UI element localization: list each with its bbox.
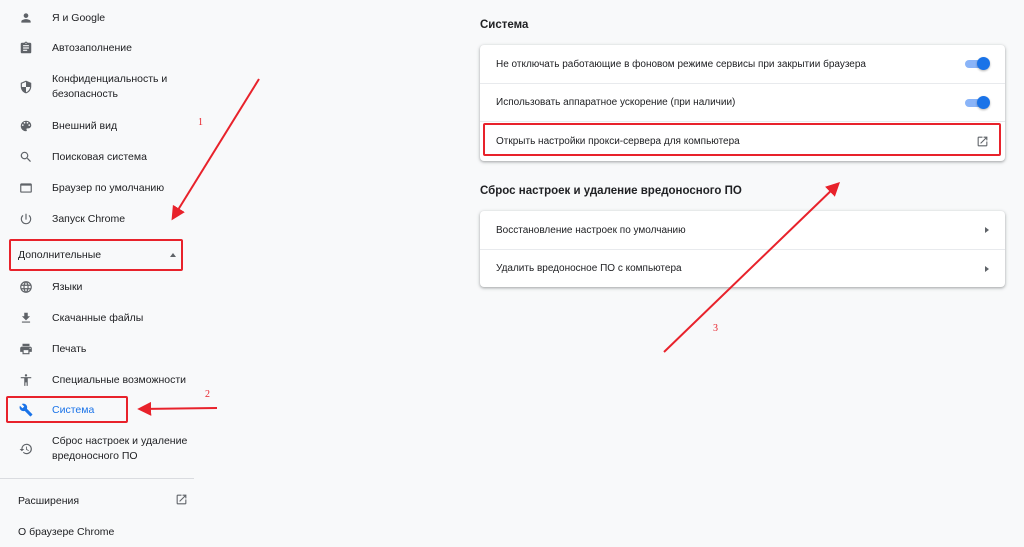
- sidebar-item-label: Скачанные файлы: [52, 311, 144, 324]
- sidebar-item-label: Автозаполнение: [52, 41, 132, 54]
- palette-icon: [18, 118, 34, 134]
- browser-window-icon: [18, 180, 34, 196]
- setting-row-restore-defaults[interactable]: Восстановление настроек по умолчанию: [480, 211, 1005, 249]
- sidebar-item-label: Запуск Chrome: [52, 212, 126, 225]
- toggle-knob: [977, 95, 990, 109]
- reset-section-title: Сброс настроек и удаление вредоносного П…: [480, 185, 742, 197]
- external-link-icon[interactable]: [976, 135, 989, 148]
- sidebar-item-on-startup[interactable]: Запуск Chrome: [0, 211, 194, 227]
- sidebar-item-label: Внешний вид: [52, 119, 118, 132]
- reset-settings-card: Восстановление настроек по умолчанию Уда…: [480, 211, 1005, 287]
- sidebar-item-appearance[interactable]: Внешний вид: [0, 118, 194, 134]
- sidebar-item-you-and-google[interactable]: Я и Google: [0, 10, 194, 26]
- accessibility-icon: [18, 372, 34, 388]
- setting-label: Использовать аппаратное ускорение (при н…: [496, 97, 736, 108]
- annotation-number-1: 1: [198, 117, 203, 128]
- toggle-knob: [977, 57, 990, 70]
- globe-icon: [18, 279, 34, 295]
- download-icon: [18, 310, 34, 326]
- setting-row-clean-up-computer[interactable]: Удалить вредоносное ПО с компьютера: [480, 249, 1005, 287]
- sidebar-item-label: Печать: [52, 342, 87, 355]
- power-icon: [18, 211, 34, 227]
- advanced-label: Дополнительные: [18, 249, 102, 261]
- sidebar-item-label: Браузер по умолчанию: [52, 181, 165, 194]
- search-icon: [18, 149, 34, 165]
- setting-row-proxy-settings[interactable]: Открыть настройки прокси-сервера для ком…: [480, 121, 1005, 161]
- person-icon: [18, 10, 34, 26]
- sidebar-item-downloads[interactable]: Скачанные файлы: [0, 310, 194, 326]
- setting-row-hardware-acceleration[interactable]: Использовать аппаратное ускорение (при н…: [480, 83, 1005, 121]
- background-apps-toggle[interactable]: [965, 57, 990, 70]
- annotation-number-3: 3: [713, 323, 718, 334]
- sidebar-item-label: Расширения: [18, 495, 80, 507]
- setting-label: Не отключать работающие в фоновом режиме…: [496, 58, 866, 70]
- hardware-acceleration-toggle[interactable]: [965, 95, 990, 109]
- system-settings-card: Не отключать работающие в фоновом режиме…: [480, 45, 1005, 161]
- setting-label: Открыть настройки прокси-сервера для ком…: [496, 136, 740, 147]
- sidebar-item-about-chrome[interactable]: О браузере Chrome: [18, 524, 188, 540]
- sidebar-item-label: Поисковая система: [52, 150, 147, 163]
- sidebar-divider: [0, 478, 194, 479]
- restore-icon: [18, 441, 34, 457]
- system-section-title: Система: [480, 19, 529, 31]
- sidebar-item-label: Сброс настроек и удаление вредоносного П…: [52, 435, 188, 462]
- sidebar-item-languages[interactable]: Языки: [0, 279, 194, 295]
- sidebar: Я и Google Автозаполнение Конфиденциальн…: [0, 0, 194, 547]
- sidebar-item-label: Конфиденциальность и безопасность: [52, 73, 168, 100]
- sidebar-item-reset[interactable]: Сброс настроек и удаление вредоносного П…: [0, 434, 194, 464]
- wrench-icon: [18, 402, 34, 418]
- external-link-icon: [175, 493, 188, 509]
- sidebar-item-privacy[interactable]: Конфиденциальность и безопасность: [0, 72, 194, 102]
- setting-label: Восстановление настроек по умолчанию: [496, 224, 686, 236]
- caret-up-icon: [170, 253, 176, 257]
- sidebar-item-label: Система: [52, 403, 95, 416]
- sidebar-item-label: Специальные возможности: [52, 373, 187, 386]
- sidebar-item-label: О браузере Chrome: [18, 526, 115, 538]
- arrow-right-icon[interactable]: [985, 265, 989, 272]
- advanced-section-toggle[interactable]: Дополнительные: [8, 240, 182, 270]
- setting-row-background-apps[interactable]: Не отключать работающие в фоновом режиме…: [480, 45, 1005, 83]
- setting-label: Удалить вредоносное ПО с компьютера: [496, 263, 682, 274]
- annotation-number-2: 2: [205, 389, 210, 400]
- sidebar-item-label: Языки: [52, 280, 83, 293]
- sidebar-item-default-browser[interactable]: Браузер по умолчанию: [0, 180, 194, 196]
- shield-icon: [18, 79, 34, 95]
- sidebar-item-accessibility[interactable]: Специальные возможности: [0, 372, 194, 388]
- clipboard-icon: [18, 40, 34, 56]
- printer-icon: [18, 341, 34, 357]
- sidebar-item-autofill[interactable]: Автозаполнение: [0, 40, 194, 56]
- sidebar-item-printing[interactable]: Печать: [0, 341, 194, 357]
- arrow-right-icon[interactable]: [985, 227, 989, 233]
- sidebar-item-label: Я и Google: [52, 11, 106, 24]
- sidebar-item-extensions[interactable]: Расширения: [18, 493, 188, 509]
- sidebar-item-search-engine[interactable]: Поисковая система: [0, 149, 194, 165]
- sidebar-item-system[interactable]: Система: [0, 402, 194, 418]
